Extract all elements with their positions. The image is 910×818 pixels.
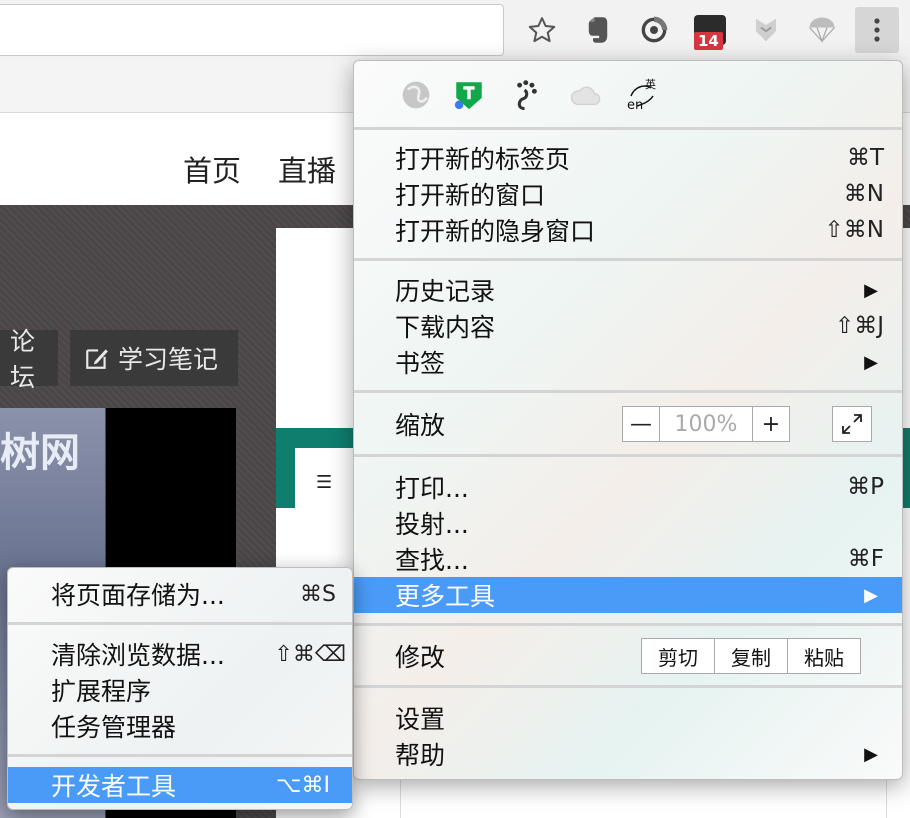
nav-live-link[interactable]: 直播 [278, 148, 336, 190]
copy-button[interactable]: 复制 [714, 639, 787, 673]
menu-item-new-window[interactable]: 打开新的窗口 ⌘N [354, 176, 902, 212]
paste-button[interactable]: 粘贴 [787, 639, 860, 673]
menu-separator [354, 685, 902, 688]
paw-icon[interactable] [509, 77, 545, 113]
forum-label: 论坛 [10, 327, 36, 392]
more-tools-submenu: 将页面存储为... ⌘S 清除浏览数据... ⇧⌘⌫ 扩展程序 任务管理器 开发… [7, 567, 353, 810]
edit-icon [86, 349, 108, 369]
menu-separator [354, 623, 902, 626]
shield-icon[interactable] [748, 12, 784, 48]
zoom-out-button[interactable]: — [623, 407, 659, 441]
submenu-item-developer-tools[interactable]: 开发者工具 ⌥⌘I [8, 767, 352, 803]
menu-separator [354, 258, 902, 261]
menu-separator [8, 622, 352, 625]
star-icon[interactable] [524, 12, 560, 48]
chrome-main-menu: 英 en 打开新的标签页 ⌘T 打开新的窗口 ⌘N 打开新的隐身窗口 ⇧⌘N 历… [353, 60, 903, 780]
menu-separator [354, 454, 902, 457]
zoom-level: 100% [659, 407, 753, 441]
submenu-arrow-icon: ▶ [864, 351, 878, 373]
menu-separator [8, 754, 352, 757]
submenu-arrow-icon: ▶ [864, 743, 878, 765]
menu-item-more-tools[interactable]: 更多工具 ▶ [354, 577, 902, 613]
extension-badge-icon[interactable]: 14 [692, 12, 728, 50]
notification-badge: 14 [694, 32, 723, 50]
menu-dots-icon[interactable] [855, 7, 899, 53]
menu-item-print[interactable]: 打印... ⌘P [354, 469, 902, 505]
nav-home-link[interactable]: 首页 [183, 148, 241, 190]
submenu-arrow-icon: ▶ [864, 279, 878, 301]
translate-label-bottom: en [627, 98, 643, 113]
sync-icon[interactable] [636, 12, 672, 48]
menu-item-incognito[interactable]: 打开新的隐身窗口 ⇧⌘N [354, 212, 902, 248]
menu-item-help[interactable]: 帮助 ▶ [354, 736, 902, 772]
study-notes-button[interactable]: 学习笔记 [70, 330, 238, 386]
translate-label-top: 英 [645, 77, 656, 91]
fullscreen-icon[interactable] [832, 406, 872, 442]
submenu-item-extensions[interactable]: 扩展程序 [8, 672, 352, 708]
menu-item-bookmarks[interactable]: 书签 ▶ [354, 344, 902, 380]
translate-icon[interactable]: 英 en [622, 77, 662, 113]
menu-item-find[interactable]: 查找... ⌘F [354, 541, 902, 577]
zoom-control: — 100% + [622, 406, 790, 442]
tampermonkey-icon[interactable] [451, 77, 487, 113]
menu-separator [354, 390, 902, 393]
menu-item-new-tab[interactable]: 打开新的标签页 ⌘T [354, 140, 902, 176]
address-bar[interactable] [0, 4, 504, 56]
submenu-item-task-manager[interactable]: 任务管理器 [8, 708, 352, 744]
edit-button-group: 剪切 复制 粘贴 [641, 638, 861, 674]
submenu-item-save-page[interactable]: 将页面存储为... ⌘S [8, 576, 352, 612]
menu-separator [354, 127, 902, 130]
ball-icon[interactable] [398, 77, 434, 113]
cloud-icon[interactable] [567, 77, 603, 113]
menu-item-history[interactable]: 历史记录 ▶ [354, 272, 902, 308]
study-notes-label: 学习笔记 [118, 345, 219, 374]
list-icon[interactable]: ☰ [316, 472, 332, 493]
parachute-icon[interactable] [804, 12, 840, 48]
thumbnail-text: 树网 [0, 430, 80, 476]
submenu-arrow-icon: ▶ [864, 584, 878, 606]
forum-button[interactable]: 论坛 [0, 327, 58, 392]
menu-item-downloads[interactable]: 下载内容 ⇧⌘J [354, 308, 902, 344]
menu-item-cast[interactable]: 投射... [354, 505, 902, 541]
zoom-in-button[interactable]: + [753, 407, 789, 441]
evernote-icon[interactable] [580, 12, 616, 48]
submenu-item-clear-data[interactable]: 清除浏览数据... ⇧⌘⌫ [8, 636, 352, 672]
browser-toolbar: 14 [0, 0, 910, 60]
menu-item-settings[interactable]: 设置 [354, 700, 902, 736]
cut-button[interactable]: 剪切 [642, 639, 714, 673]
